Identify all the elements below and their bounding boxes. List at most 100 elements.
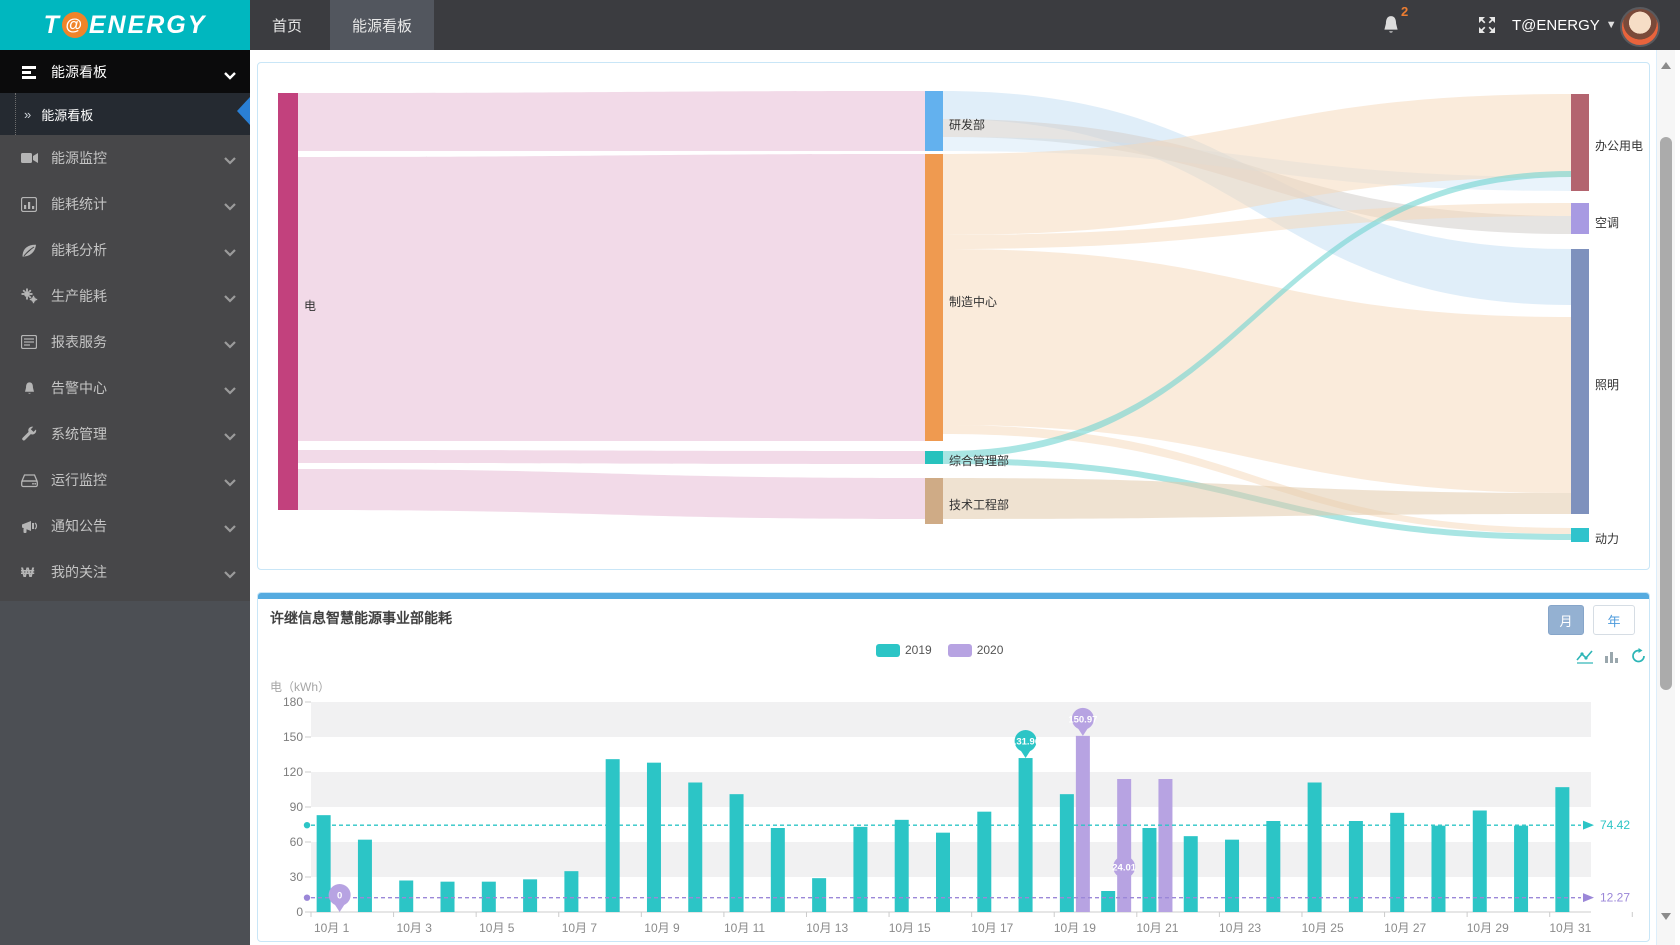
vertical-scrollbar[interactable]	[1656, 50, 1675, 945]
sidebar-item-label: 能源看板	[51, 63, 107, 80]
sankey-node[interactable]	[925, 478, 943, 524]
chevron-down-icon	[224, 152, 236, 168]
sidebar-item-1[interactable]: 能源监控	[0, 135, 250, 181]
sidebar-item-label: 能耗分析	[51, 242, 107, 258]
bar-2019[interactable]	[357, 839, 372, 912]
bar-2019[interactable]	[812, 878, 827, 912]
sidebar-item-8[interactable]: 运行监控	[0, 457, 250, 503]
bar-2019[interactable]	[481, 881, 496, 912]
marker-pin-label: 0	[337, 891, 342, 902]
x-tick-label: 10月 1	[314, 921, 350, 935]
sidebar-item-energy-board[interactable]: 能源看板	[0, 50, 250, 93]
scroll-down-arrow-icon[interactable]	[1661, 913, 1671, 920]
sankey-node[interactable]	[1571, 528, 1589, 542]
bar-2019[interactable]	[977, 811, 992, 912]
bar-2019[interactable]	[1348, 821, 1363, 912]
sankey-node[interactable]	[925, 154, 943, 441]
bar-2019[interactable]	[853, 826, 868, 912]
bar-2019[interactable]	[1018, 758, 1033, 912]
x-tick-label: 10月 27	[1384, 921, 1426, 935]
bar-2019[interactable]	[1059, 794, 1074, 912]
bar-2019[interactable]	[646, 762, 661, 912]
sidebar-item-9[interactable]: 通知公告	[0, 503, 250, 549]
sidebar-subitem-energy-board[interactable]: » 能源看板	[0, 93, 250, 135]
bar-2019[interactable]	[1183, 836, 1198, 912]
sankey-diagram[interactable]: 电 研发部制造中心综合管理部技术工程部 办公用电空调照明动力	[258, 63, 1647, 567]
sidebar-item-2[interactable]: 能耗统计	[0, 181, 250, 227]
chevron-down-icon	[224, 336, 236, 352]
tab-home[interactable]: 首页	[250, 0, 324, 50]
sidebar-item-7[interactable]: 系统管理	[0, 411, 250, 457]
bar-2020[interactable]	[1158, 779, 1173, 912]
y-tick-label: 90	[290, 800, 304, 814]
bar-2019[interactable]	[1142, 828, 1157, 912]
grid-band	[311, 772, 1591, 807]
sidebar-item-5[interactable]: 报表服务	[0, 319, 250, 365]
fullscreen-icon[interactable]	[1477, 15, 1497, 35]
chevron-down-icon	[224, 474, 236, 490]
bar-2019[interactable]	[564, 871, 579, 912]
bar-2020[interactable]	[1117, 779, 1132, 912]
sankey-node[interactable]	[1571, 94, 1589, 191]
hdd-icon	[20, 472, 38, 488]
bar-2019[interactable]	[1555, 787, 1570, 912]
app-logo: T @ ENERGY	[0, 0, 250, 50]
sidebar-item-label: 我的关注	[51, 564, 107, 580]
kanban-icon	[20, 64, 38, 80]
bar-2019[interactable]	[1307, 782, 1322, 913]
notification-badge: 2	[1401, 4, 1409, 19]
account-menu[interactable]: T@ENERGY ▼	[1512, 0, 1617, 50]
bar-2020[interactable]	[1075, 735, 1090, 912]
sidebar: 能源看板 » 能源看板 能源监控 能耗统计能耗分析生产能耗报表服务 告警中心系统管理…	[0, 50, 250, 945]
bar-2019[interactable]	[729, 794, 744, 912]
sankey-card: 电 研发部 制造中心 综合管理部 技术工程部 办公用电 空调 照明 动力	[257, 62, 1650, 570]
bar-2019[interactable]	[605, 759, 620, 912]
sankey-node[interactable]	[1571, 203, 1589, 234]
chevron-down-icon	[224, 290, 236, 306]
bar-2019[interactable]	[936, 832, 950, 912]
bar-2019[interactable]	[770, 828, 785, 912]
sidebar-item-label: 运行监控	[51, 472, 107, 488]
bar-2019[interactable]	[523, 879, 538, 912]
double-angle-icon: »	[24, 106, 32, 122]
sidebar-menu: 能源看板 » 能源看板 能源监控 能耗统计能耗分析生产能耗报表服务 告警中心系统管理…	[0, 50, 250, 601]
chevron-down-icon: ▼	[1605, 19, 1617, 31]
bar-2019[interactable]	[399, 880, 414, 913]
bell-icon	[20, 380, 38, 396]
sankey-node[interactable]	[1571, 249, 1589, 514]
x-tick-label: 10月 5	[479, 921, 515, 935]
bar-2019[interactable]	[1266, 821, 1281, 912]
sidebar-item-label: 生产能耗	[51, 288, 107, 304]
sidebar-item-3[interactable]: 能耗分析	[0, 227, 250, 273]
leaf-icon	[20, 242, 38, 258]
bar-2019[interactable]	[440, 881, 455, 912]
sidebar-item-10[interactable]: ₩ 我的关注	[0, 549, 250, 595]
tab-energy-board[interactable]: 能源看板	[330, 0, 435, 50]
bar-2019[interactable]	[1225, 839, 1240, 912]
scrollbar-thumb[interactable]	[1660, 137, 1672, 690]
bar-2019[interactable]	[1101, 891, 1116, 912]
bar-2019[interactable]	[688, 782, 703, 913]
video-icon	[20, 150, 38, 166]
bar-chart[interactable]: 电（kWh） 0 30 60 90 120 150 180 10月 1 10月 3 10月 5 10月…	[258, 599, 1647, 940]
sankey-node[interactable]	[925, 91, 943, 151]
bar-2019[interactable]	[1431, 825, 1446, 912]
sankey-node[interactable]	[278, 93, 298, 510]
sankey-node[interactable]	[925, 451, 943, 464]
sankey-node-label: 照明	[1595, 378, 1619, 392]
sidebar-item-label: 系统管理	[51, 426, 107, 442]
bar-2019[interactable]	[1514, 825, 1529, 912]
scroll-up-arrow-icon[interactable]	[1661, 62, 1671, 69]
stats-icon	[20, 196, 38, 212]
logo-at-icon: @	[61, 12, 88, 38]
marker-pin-label: 131.96	[1011, 737, 1040, 748]
active-flag-icon	[237, 97, 250, 125]
sidebar-item-6[interactable]: 告警中心	[0, 365, 250, 411]
chevron-down-icon	[224, 382, 236, 398]
x-tick-label: 10月 7	[562, 921, 598, 935]
avatar[interactable]	[1620, 7, 1660, 47]
energy-chart-card: 许继信息智慧能源事业部能耗 月 年 2019 2020 电（kWh） 0 30 …	[257, 592, 1650, 942]
sidebar-item-4[interactable]: 生产能耗	[0, 273, 250, 319]
main-content: 电 研发部 制造中心 综合管理部 技术工程部 办公用电 空调 照明 动力 许继信息智慧能源事业部…	[250, 50, 1680, 945]
sankey-node-label: 综合管理部	[949, 453, 1009, 468]
